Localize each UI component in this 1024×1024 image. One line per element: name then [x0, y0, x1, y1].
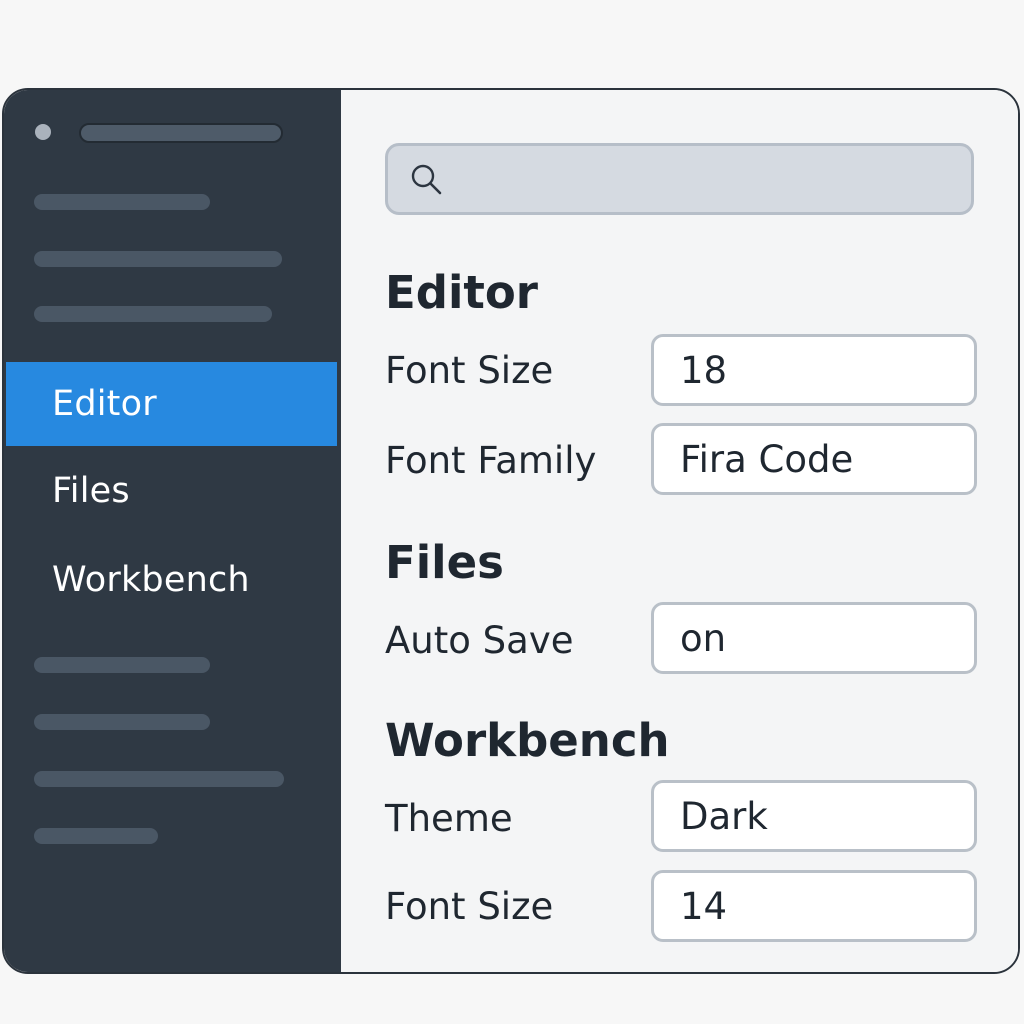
- auto-save-label: Auto Save: [385, 619, 574, 662]
- sidebar-placeholder-item: [34, 657, 210, 673]
- sidebar-item-label: Editor: [52, 384, 157, 424]
- window-control-dot[interactable]: [35, 124, 51, 140]
- sidebar-item-editor[interactable]: Editor: [6, 362, 337, 446]
- sidebar-item-workbench[interactable]: Workbench: [6, 538, 337, 622]
- theme-label: Theme: [385, 797, 513, 840]
- section-title-files: Files: [385, 536, 504, 589]
- sidebar-item-label: Workbench: [52, 560, 250, 600]
- sidebar-placeholder-item: [34, 771, 284, 787]
- editor-font-family-field[interactable]: [651, 423, 977, 495]
- settings-content: Editor Font Size Font Family Files Auto …: [341, 90, 1018, 972]
- font-size-label: Font Size: [385, 349, 554, 392]
- theme-field[interactable]: [651, 780, 977, 852]
- sidebar-item-label: Files: [52, 471, 130, 511]
- search-input[interactable]: [385, 143, 974, 215]
- sidebar-placeholder-item: [34, 251, 282, 267]
- section-title-editor: Editor: [385, 266, 538, 319]
- auto-save-field[interactable]: [651, 602, 977, 674]
- sidebar-item-files[interactable]: Files: [6, 449, 337, 533]
- editor-font-size-field[interactable]: [651, 334, 977, 406]
- search-icon: [411, 164, 442, 195]
- sidebar-placeholder-item: [34, 194, 210, 210]
- sidebar: Editor Files Workbench: [4, 90, 341, 972]
- settings-window: Editor Files Workbench Editor Font Size …: [2, 88, 1020, 974]
- font-family-label: Font Family: [385, 439, 597, 482]
- font-size-label: Font Size: [385, 885, 554, 928]
- sidebar-placeholder-item: [34, 714, 210, 730]
- sidebar-placeholder-item: [34, 306, 272, 322]
- section-title-workbench: Workbench: [385, 714, 670, 767]
- sidebar-placeholder-item: [34, 828, 158, 844]
- workbench-font-size-field[interactable]: [651, 870, 977, 942]
- window-title-placeholder: [79, 123, 283, 143]
